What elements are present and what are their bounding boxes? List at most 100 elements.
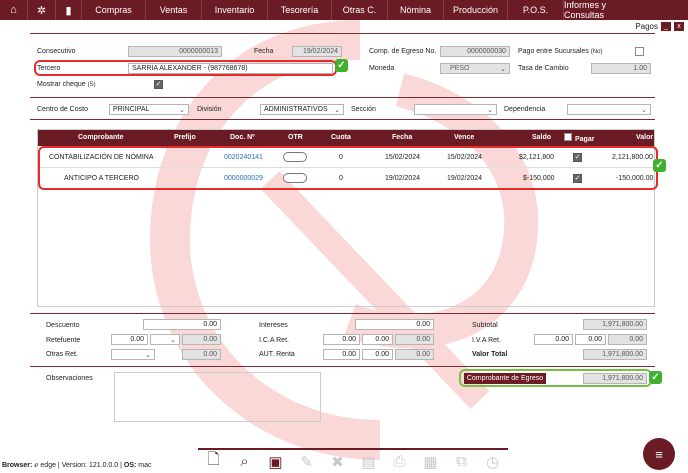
aut-renta-base-field[interactable]: 0.00 [362, 349, 393, 360]
check-badge-icon: ✓ [649, 371, 662, 384]
seccion-select[interactable]: ⌄ [414, 104, 497, 115]
check-badge-icon: ✓ [653, 159, 666, 172]
print-icon[interactable]: ⎙ [390, 453, 410, 470]
subtotal-label: Subtotal [472, 322, 498, 329]
menu-produccion[interactable]: Producción [444, 0, 508, 20]
grid-header: Comprobante Prefijo Doc. Nº OTR Cuota Fe… [38, 130, 654, 146]
rows-highlight [38, 146, 658, 190]
edit-pencil-icon[interactable]: ✎ [297, 453, 317, 471]
new-document-icon[interactable]: 🗋 [204, 449, 224, 473]
seccion-label: Sección [351, 106, 376, 113]
header-divider [30, 33, 655, 34]
col-valor: Valor [636, 134, 654, 141]
consecutivo-label: Consecutivo [37, 48, 76, 55]
menu-inventario[interactable]: Inventario [202, 0, 268, 20]
chevron-down-icon: ⌄ [487, 106, 493, 114]
totals-divider [30, 313, 655, 314]
filters-bottom-divider [30, 119, 655, 120]
edge-icon: ℯ [34, 462, 39, 469]
search-binoculars-icon[interactable]: ⌕ [235, 453, 255, 470]
centro-costo-select[interactable]: PRINCIPAL ⌄ [109, 104, 189, 115]
col-pagar: Pagar [575, 136, 595, 143]
division-value: ADMINISTRATIVOS [264, 106, 328, 113]
otras-ret-value-field: 0.00 [182, 349, 221, 360]
ica-pct-field[interactable]: 0.00 [323, 334, 360, 345]
chevron-down-icon: ⌄ [641, 106, 647, 114]
chevron-down-icon: ⌄ [170, 336, 176, 344]
os-value: mac [138, 462, 152, 469]
comp-egreso-field: 0000000030 [440, 46, 510, 57]
ica-value-field: 0.00 [395, 334, 434, 345]
menu-compras[interactable]: Compras [82, 0, 146, 20]
os-label: OS: [123, 462, 137, 469]
menu-pos[interactable]: P.O.S. [508, 0, 564, 20]
otras-ret-label: Otras Ret. [46, 351, 78, 358]
col-fecha: Fecha [392, 134, 413, 141]
intereses-label: Intereses [259, 322, 288, 329]
pago-sucursales-label: Pago entre Sucursales (No) [518, 48, 603, 55]
col-doc: Doc. Nº [230, 134, 255, 141]
centro-costo-label: Centro de Costo [37, 106, 88, 113]
mostrar-cheque-label: Mostrar cheque (S) [37, 81, 96, 88]
menu-informes[interactable]: Informes y Consultas [564, 0, 648, 20]
browser-label: Browser: [2, 462, 33, 469]
fecha-label: Fecha [254, 48, 274, 55]
aut-renta-pct-field[interactable]: 0.00 [323, 349, 360, 360]
excel-export-icon[interactable]: ▦ [421, 453, 441, 471]
col-otr: OTR [288, 134, 303, 141]
retefuente-value-field: 0.00 [182, 334, 221, 345]
iva-base-field[interactable]: 0.00 [575, 334, 606, 345]
window-title: Pagos [635, 22, 658, 31]
division-label: División [197, 106, 222, 113]
retefuente-pct-field[interactable]: 0.00 [111, 334, 148, 345]
reports-chart-icon[interactable]: ▮ [56, 0, 82, 20]
col-vence: Vence [454, 134, 475, 141]
iva-ret-label: I.V.A Ret. [472, 337, 501, 344]
menu-ventas[interactable]: Ventas [146, 0, 202, 20]
comprobante-egreso-button[interactable]: Comprobante de Egreso [464, 373, 546, 384]
comprobante-egreso-field: 1,971,800.00 [583, 373, 647, 384]
bottom-toolbar: 🗋 ⌕ ▣ ✎ ✖ ▤ ⎙ ▦ ⧉ ◷ [198, 448, 508, 473]
division-select[interactable]: ADMINISTRATIVOS ⌄ [260, 104, 344, 115]
col-prefijo: Prefijo [174, 134, 196, 141]
iva-pct-field[interactable]: 0.00 [534, 334, 573, 345]
chevron-down-icon: ⌄ [334, 106, 340, 114]
tercero-label: Tercero [37, 65, 61, 72]
home-icon[interactable]: ⌂ [0, 0, 28, 20]
menu-nomina[interactable]: Nómina [388, 0, 444, 20]
fecha-field[interactable]: 19/02/2024 [292, 46, 342, 57]
dependencia-select[interactable]: ⌄ [567, 104, 651, 115]
copy-icon[interactable]: ⧉ [452, 453, 472, 470]
col-cuota: Cuota [331, 134, 351, 141]
text-document-icon[interactable]: ▤ [359, 453, 379, 471]
pago-sucursales-checkbox[interactable] [635, 47, 644, 56]
mostrar-cheque-checkbox[interactable]: ✓ [154, 80, 163, 89]
history-clock-icon[interactable]: ◷ [483, 453, 503, 471]
browser-info: Browser: ℯ edge | Version: 121.0.0.0 | O… [2, 462, 152, 469]
chevron-down-icon: ⌄ [500, 65, 506, 73]
tercero-field[interactable]: SARRIA ALEXANDER - (987768678) [128, 63, 333, 74]
ica-base-field[interactable]: 0.00 [362, 334, 393, 345]
dependencia-label: Dependencia [504, 106, 546, 113]
moneda-select[interactable]: PESO ⌄ [440, 63, 510, 74]
pagar-all-checkbox[interactable] [564, 133, 572, 141]
check-badge-icon: ✓ [335, 59, 348, 72]
settings-icon[interactable]: ✲ [28, 0, 56, 20]
save-icon[interactable]: ▣ [266, 453, 286, 471]
observaciones-textarea[interactable] [114, 372, 321, 422]
minimize-button[interactable]: _ [661, 22, 671, 31]
menu-tesoreria[interactable]: Tesorería [268, 0, 332, 20]
menu-otras-c[interactable]: Otras C. [332, 0, 388, 20]
close-button[interactable]: x [674, 22, 684, 31]
retefuente-select[interactable]: ⌄ [150, 334, 180, 345]
tasa-cambio-field: 1.00 [591, 63, 651, 74]
intereses-field[interactable]: 0.00 [355, 319, 434, 330]
browser-value: edge [40, 462, 56, 469]
delete-x-icon[interactable]: ✖ [328, 453, 348, 471]
otras-ret-select[interactable]: ⌄ [111, 349, 155, 360]
aut-renta-value-field: 0.00 [395, 349, 434, 360]
chat-support-icon[interactable]: ≡ [643, 438, 675, 470]
subtotal-field: 1,971,800.00 [583, 319, 647, 330]
retefuente-label: Retefuente [46, 337, 81, 344]
descuento-field[interactable]: 0.00 [143, 319, 221, 330]
